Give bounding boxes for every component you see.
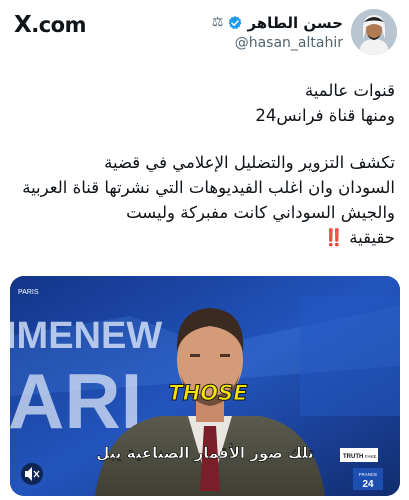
avatar[interactable]: [351, 9, 397, 55]
backdrop-text-large: ARI: [10, 357, 142, 445]
display-name[interactable]: حسن الطاهر: [247, 14, 343, 32]
channel-number: 24: [362, 479, 374, 490]
username[interactable]: @hasan_altahir: [212, 35, 343, 51]
tweet-line: ومنها قناة فرانس24: [255, 106, 395, 125]
double-exclamation-emoji: ‼️: [323, 228, 345, 247]
tweet-line: تكشف التزوير والتضليل الإعلامي في قضية: [104, 153, 395, 172]
tweet-line-text: حقيقية: [349, 228, 395, 247]
channel-name: FRANCE: [359, 472, 378, 477]
display-name-row[interactable]: حسن الطاهر ⚖: [212, 14, 343, 32]
tweet-line: السودان وان اغلب الفيديوهات التي نشرتها …: [22, 178, 395, 197]
x-logo: X.com: [14, 12, 86, 38]
speaker-muted-icon[interactable]: [21, 463, 43, 485]
video-subtitle: تلك صور الأقمار الصناعية يبل: [96, 444, 314, 462]
author-names: حسن الطاهر ⚖ @hasan_altahir: [212, 14, 343, 51]
x-logo-mark: X: [14, 12, 32, 38]
video-player[interactable]: PARIS IMENEW ARI THOSE تلك صور الأقمار ا…: [10, 276, 400, 496]
tweet-line: والجيش السوداني كانت مفبركة وليست: [126, 203, 395, 222]
tweet-header: حسن الطاهر ⚖ @hasan_altahir: [212, 8, 397, 56]
video-frame: PARIS IMENEW ARI THOSE تلك صور الأقمار ا…: [10, 276, 400, 496]
corner-label: PARIS: [18, 289, 39, 296]
fake-label: FAKE: [365, 454, 377, 459]
avatar-portrait: [351, 9, 397, 55]
scales-icon: ⚖: [211, 15, 224, 30]
france24-logo: FRANCE 24: [353, 468, 383, 490]
tweet-line-final: حقيقية ‼️: [14, 225, 396, 250]
truth-or-fake-logo: TRUTH FAKE: [340, 448, 378, 462]
tweet-line: قنوات عالمية: [304, 81, 395, 100]
x-domain-text: .com: [31, 13, 86, 37]
tweet-text: قنوات عالمية ومنها قناة فرانس24 تكشف الت…: [14, 78, 395, 250]
truth-label: TRUTH: [343, 454, 363, 460]
backdrop-text: IMENEW: [10, 315, 162, 357]
verified-badge-icon: [229, 15, 242, 29]
caption-word: THOSE: [168, 381, 248, 405]
